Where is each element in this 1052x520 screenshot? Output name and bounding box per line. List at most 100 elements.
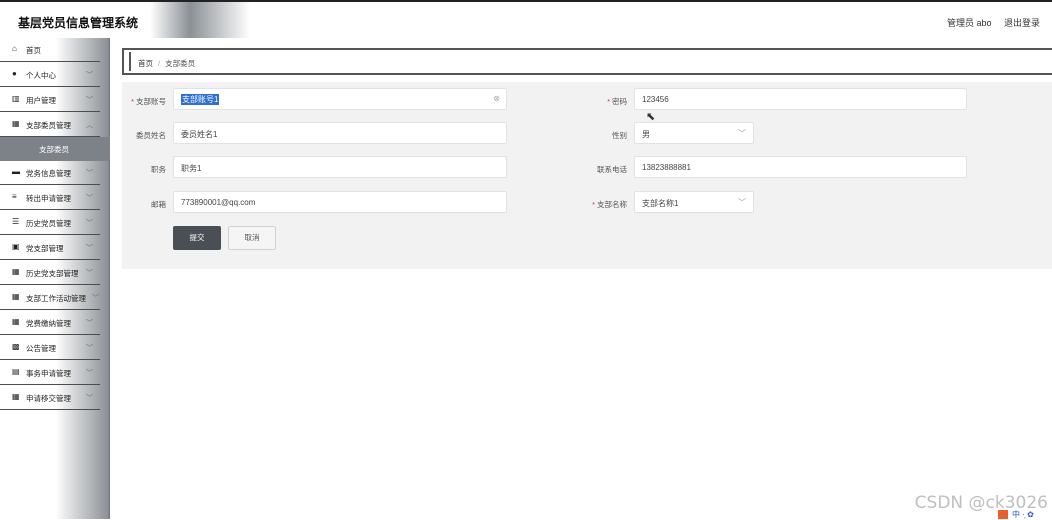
image-icon: ▣ — [12, 242, 20, 251]
chevron-down-icon: ﹀ — [738, 198, 746, 207]
printer-icon: ▤ — [12, 367, 20, 376]
sidebar-item-history-branch[interactable]: ▦ 历史党支部管理 ﹀ — [0, 261, 100, 285]
sidebar-item-party-affairs[interactable]: ▬ 党务信息管理 ﹀ — [0, 161, 100, 185]
submit-button[interactable]: 提交 — [173, 226, 221, 250]
input-method-icon — [998, 510, 1008, 519]
header-user-area: 管理员 abo 退出登录 — [937, 16, 1040, 29]
name-value: 委员姓名1 — [181, 130, 218, 139]
sidebar-item-branch-activities[interactable]: ▦ 支部工作活动管理 ﹀ — [0, 286, 100, 310]
logout-link[interactable]: 退出登录 — [1004, 18, 1040, 28]
chevron-down-icon: ﹀ — [86, 345, 93, 352]
chevron-down-icon: ﹀ — [86, 245, 93, 252]
sidebar-item-label: 用户管理 — [26, 96, 56, 105]
position-value: 职务1 — [181, 164, 202, 173]
chevron-down-icon: ﹀ — [86, 72, 93, 79]
sidebar-subitem-label: 支部委员 — [39, 145, 69, 154]
sidebar-item-party-branch[interactable]: ▣ 党支部管理 ﹀ — [0, 236, 100, 260]
breadcrumb-current: 支部委员 — [165, 59, 196, 68]
sidebar-item-label: 支部工作活动管理 — [26, 294, 86, 303]
name-label: 委员姓名 — [136, 131, 166, 140]
chevron-down-icon: ﹀ — [86, 270, 93, 277]
grid-icon: ▦ — [12, 119, 20, 128]
sidebar-item-label: 首页 — [26, 46, 41, 55]
home-icon: ⌂ — [12, 44, 17, 53]
current-user-label: 管理员 abo — [946, 18, 992, 28]
chevron-down-icon: ﹀ — [86, 170, 93, 177]
sliders-icon: ≡ — [12, 192, 17, 201]
sidebar-item-committee-management[interactable]: ▦ 支部委员管理 ︿ — [0, 113, 100, 137]
email-input[interactable]: 773890001@qq.com — [173, 191, 507, 213]
email-value: 773890001@qq.com — [181, 198, 256, 207]
phone-input[interactable]: 13823888881 — [634, 156, 967, 178]
gender-select[interactable]: 男 ﹀ — [634, 122, 754, 144]
chevron-down-icon: ﹀ — [738, 129, 746, 138]
breadcrumb-divider — [129, 52, 131, 71]
chevron-down-icon: ﹀ — [86, 395, 93, 402]
name-input[interactable]: 委员姓名1 — [173, 122, 507, 144]
phone-value: 13823888881 — [642, 163, 691, 172]
mouse-cursor-icon: ⬉ — [646, 111, 656, 123]
branch-label: * 支部名称 — [592, 200, 627, 209]
sidebar-item-notices[interactable]: ▩ 公告管理 ﹀ — [0, 336, 100, 360]
phone-label: 联系电话 — [597, 165, 627, 174]
sidebar: ⌂ 首页 ● 个人中心 ﹀ ▥ 用户管理 ﹀ ▦ 支部委员管理 ︿ 支部委员 ▬… — [0, 38, 110, 519]
sidebar-item-transfer-out[interactable]: ≡ 转出申请管理 ﹀ — [0, 186, 100, 210]
password-label: * 密码 — [607, 97, 627, 106]
sidebar-item-home[interactable]: ⌂ 首页 — [0, 38, 100, 62]
system-tray: 中 ·̩ ✿ — [994, 509, 1052, 519]
sidebar-item-label: 党务信息管理 — [26, 169, 71, 178]
branch-select[interactable]: 支部名称1 ﹀ — [634, 191, 754, 213]
sidebar-item-label: 历史党员管理 — [26, 219, 71, 228]
sidebar-item-personal-center[interactable]: ● 个人中心 ﹀ — [0, 63, 100, 87]
branch-value: 支部名称1 — [642, 199, 679, 208]
required-mark: * — [131, 97, 134, 106]
sidebar-subitem-committee[interactable]: 支部委员 — [0, 137, 110, 161]
required-mark: * — [607, 97, 610, 106]
tray-text: 中 ·̩ ✿ — [1012, 510, 1034, 519]
sidebar-item-label: 党支部管理 — [26, 244, 64, 253]
bar-chart-icon: ▥ — [12, 94, 20, 103]
breadcrumb-home-link[interactable]: 首页 — [138, 59, 153, 68]
gender-value: 男 — [642, 130, 650, 139]
top-header: 基层党员信息管理系统 管理员 abo 退出登录 — [0, 0, 1052, 38]
sidebar-item-dues[interactable]: ▦ 党费缴纳管理 ﹀ — [0, 311, 100, 335]
position-label: 职务 — [151, 165, 166, 174]
chevron-down-icon: ﹀ — [86, 220, 93, 227]
sidebar-item-affairs-requests[interactable]: ▤ 事务申请管理 ﹀ — [0, 361, 100, 385]
sidebar-item-label: 公告管理 — [26, 344, 56, 353]
sidebar-item-label: 支部委员管理 — [26, 121, 71, 130]
sidebar-item-label: 转出申请管理 — [26, 194, 71, 203]
grid-icon: ▦ — [12, 317, 20, 326]
clear-icon[interactable]: ⊗ — [493, 94, 500, 103]
cancel-button[interactable]: 取消 — [228, 226, 276, 250]
chevron-down-icon: ﹀ — [86, 320, 93, 327]
required-mark: * — [592, 200, 595, 209]
email-label: 邮箱 — [151, 200, 166, 209]
sidebar-item-user-management[interactable]: ▥ 用户管理 ﹀ — [0, 88, 100, 112]
list-icon: ☰ — [12, 217, 20, 226]
grid-icon: ▦ — [12, 292, 20, 301]
sidebar-item-label: 事务申请管理 — [26, 369, 71, 378]
account-value: 支部账号1 — [181, 94, 220, 105]
chevron-up-icon: ︿ — [86, 122, 93, 129]
sidebar-item-label: 个人中心 — [26, 71, 56, 80]
password-input[interactable]: 123456 — [634, 88, 967, 110]
chevron-down-icon: ﹀ — [86, 370, 93, 377]
chevron-down-icon: ﹀ — [86, 97, 93, 104]
chevron-down-icon: ﹀ — [86, 195, 93, 202]
password-value: 123456 — [642, 95, 669, 104]
grid-icon: ▦ — [12, 392, 20, 401]
breadcrumb-bar: 首页 / 支部委员 — [122, 48, 1052, 75]
sidebar-item-label: 申请移交管理 — [26, 394, 71, 403]
account-label: * 支部账号 — [131, 97, 166, 106]
folder-icon: ▬ — [12, 167, 20, 176]
position-input[interactable]: 职务1 — [173, 156, 507, 178]
sidebar-item-history-members[interactable]: ☰ 历史党员管理 ﹀ — [0, 211, 100, 235]
breadcrumb: 首页 / 支部委员 — [138, 58, 195, 69]
film-icon: ▩ — [12, 342, 20, 351]
gender-label: 性别 — [612, 131, 627, 140]
sidebar-item-handover-requests[interactable]: ▦ 申请移交管理 ﹀ — [0, 386, 100, 410]
sidebar-item-label: 党费缴纳管理 — [26, 319, 71, 328]
account-input[interactable]: 支部账号1 ⊗ — [173, 88, 507, 110]
sidebar-item-label: 历史党支部管理 — [26, 269, 79, 278]
